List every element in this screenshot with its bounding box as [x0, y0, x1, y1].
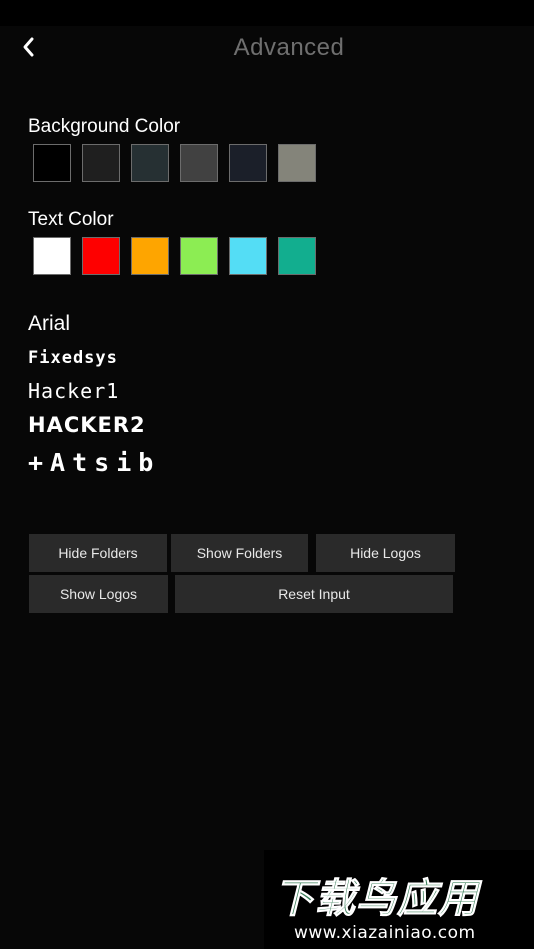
watermark-url: www.xiazainiao.com — [294, 923, 476, 943]
bg-swatch-gray[interactable] — [180, 144, 218, 182]
bg-swatch-navy[interactable] — [229, 144, 267, 182]
bg-swatch-black[interactable] — [33, 144, 71, 182]
text-swatch-teal[interactable] — [278, 237, 316, 275]
hide-logos-button[interactable]: Hide Logos — [316, 534, 455, 572]
watermark: 下载鸟应用 www.xiazainiao.com — [264, 850, 534, 949]
show-logos-button[interactable]: Show Logos — [29, 575, 168, 613]
bg-swatch-slate[interactable] — [131, 144, 169, 182]
background-color-label: Background Color — [28, 116, 181, 137]
text-color-label: Text Color — [28, 209, 114, 230]
watermark-logo: 下载鸟应用 — [274, 876, 479, 923]
status-bar — [0, 0, 534, 26]
page-title: Advanced — [233, 34, 345, 61]
hide-folders-button[interactable]: Hide Folders — [29, 534, 167, 572]
text-swatch-red[interactable] — [82, 237, 120, 275]
reset-input-button[interactable]: Reset Input — [175, 575, 453, 613]
text-color-swatches — [33, 237, 316, 275]
font-option-hacker2[interactable]: HACKER2 — [28, 413, 146, 437]
font-option-arial[interactable]: Arial — [28, 312, 70, 336]
font-option-glyph[interactable]: +Atsib — [28, 448, 160, 477]
text-swatch-green[interactable] — [180, 237, 218, 275]
bg-swatch-dark-gray[interactable] — [82, 144, 120, 182]
show-folders-button[interactable]: Show Folders — [171, 534, 308, 572]
font-option-hacker1[interactable]: Hacker1 — [28, 379, 119, 403]
bg-swatch-khaki[interactable] — [278, 144, 316, 182]
text-swatch-orange[interactable] — [131, 237, 169, 275]
text-swatch-cyan[interactable] — [229, 237, 267, 275]
background-color-swatches — [33, 144, 316, 182]
font-option-fixedsys[interactable]: Fixedsys — [28, 348, 118, 368]
text-swatch-white[interactable] — [33, 237, 71, 275]
